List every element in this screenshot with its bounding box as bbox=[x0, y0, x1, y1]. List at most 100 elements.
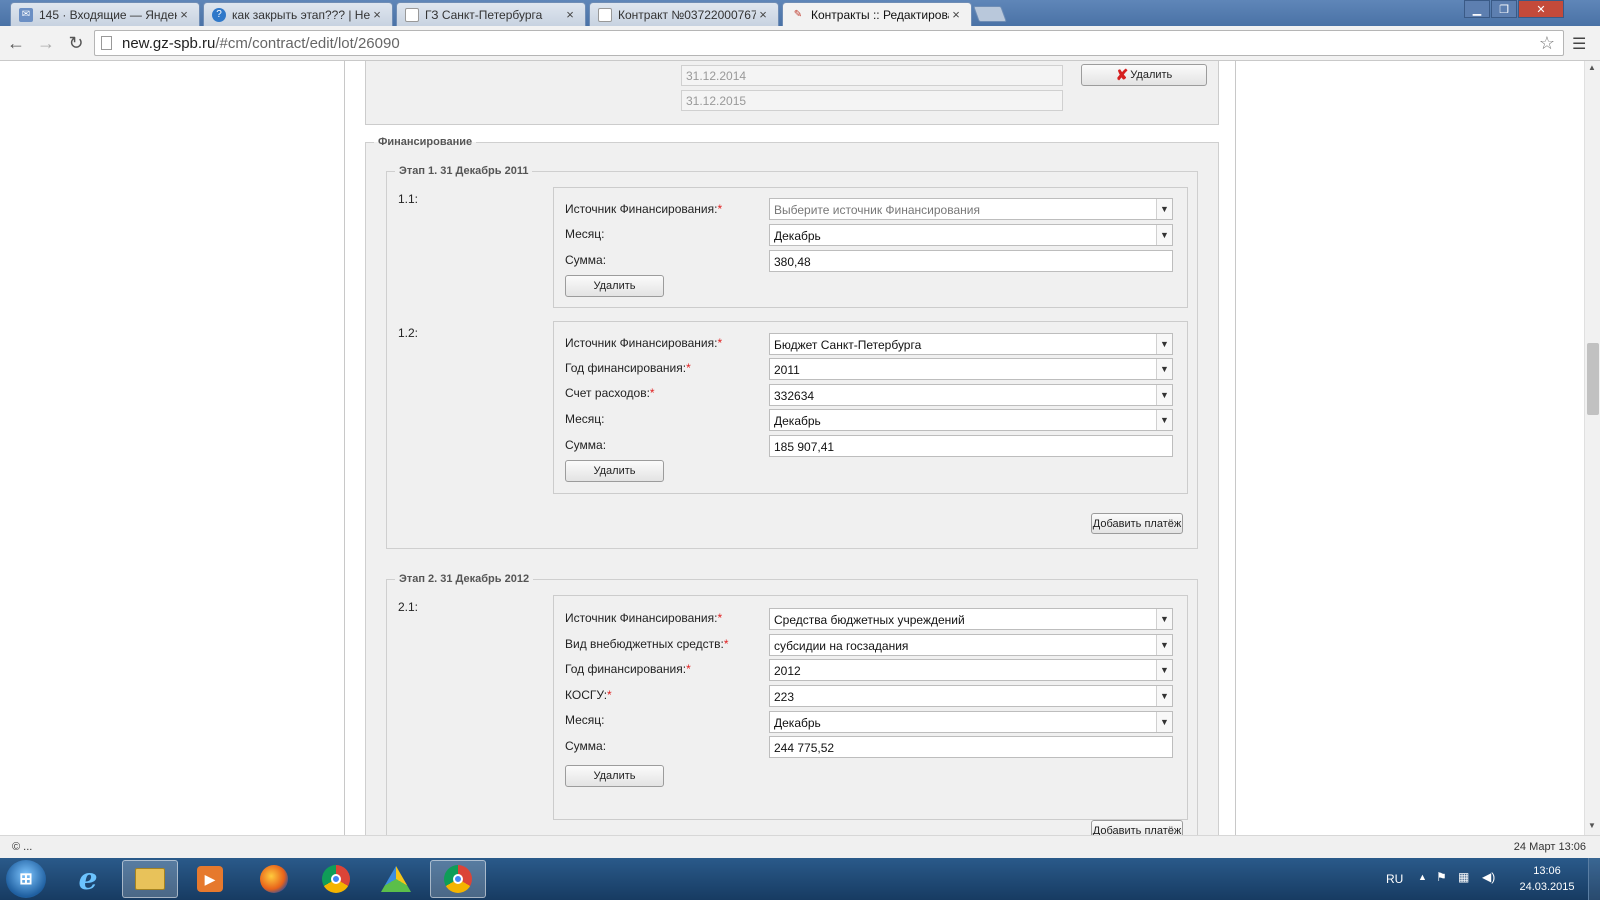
taskbar-clock[interactable]: 13:06 24.03.2015 bbox=[1510, 863, 1584, 895]
browser-toolbar: ← → ↻ new.gz-spb.ru/#cm/contract/edit/lo… bbox=[0, 26, 1600, 61]
media-player-icon[interactable]: ▶ bbox=[182, 860, 238, 898]
ie-icon[interactable]: e bbox=[60, 860, 116, 898]
month-label: Месяц: bbox=[565, 227, 605, 241]
scroll-down-icon[interactable]: ▼ bbox=[1588, 821, 1596, 830]
chrome-icon[interactable] bbox=[430, 860, 486, 898]
back-icon[interactable]: ← bbox=[4, 32, 28, 54]
month-label: Месяц: bbox=[565, 713, 605, 727]
date-field-2015[interactable]: 31.12.2015 bbox=[681, 90, 1063, 111]
kosgu-select[interactable]: 223 ▼ bbox=[769, 685, 1173, 707]
tab-title: 145 · Входящие — Яндек bbox=[39, 7, 177, 22]
clock-date: 24.03.2015 bbox=[1519, 881, 1575, 893]
tools-icon: ✎ bbox=[793, 9, 803, 20]
page-icon bbox=[598, 7, 612, 22]
tab-title: как закрыть этап??? | Неі bbox=[232, 7, 370, 22]
sum-label: Сумма: bbox=[565, 739, 607, 753]
show-hidden-icons[interactable]: ▲ bbox=[1418, 872, 1427, 882]
menu-icon[interactable]: ☰ bbox=[1572, 34, 1590, 53]
tab-title: Контракт №03722000767 bbox=[618, 7, 756, 22]
sum-label: Сумма: bbox=[565, 253, 607, 267]
mail-icon: ✉ bbox=[19, 7, 33, 22]
chevron-down-icon: ▼ bbox=[1156, 712, 1172, 732]
chrome-icon[interactable] bbox=[308, 860, 364, 898]
explorer-icon[interactable] bbox=[122, 860, 178, 898]
delete-x-icon: ✘ bbox=[1115, 67, 1129, 84]
source-label: Источник Финансирования:* bbox=[565, 336, 723, 350]
source-label: Источник Финансирования:* bbox=[565, 611, 723, 625]
year-select[interactable]: 2012 ▼ bbox=[769, 659, 1173, 681]
tab-gz-spb[interactable]: ГЗ Санкт-Петербурга × bbox=[396, 2, 586, 26]
close-icon[interactable]: × bbox=[177, 7, 191, 22]
vertical-scrollbar[interactable]: ▲ ▼ bbox=[1584, 61, 1600, 835]
reload-icon[interactable]: ↻ bbox=[64, 32, 88, 54]
minimize-button[interactable]: ▁ bbox=[1464, 0, 1490, 18]
clock-time: 13:06 bbox=[1533, 865, 1561, 877]
chevron-down-icon: ▼ bbox=[1156, 660, 1172, 680]
month-select[interactable]: Декабрь ▼ bbox=[769, 711, 1173, 733]
year-select[interactable]: 2011 ▼ bbox=[769, 358, 1173, 380]
volume-icon[interactable]: ◀) bbox=[1482, 870, 1495, 884]
page-viewport: 31.12.2014 31.12.2015 ✘ Удалить Финансир… bbox=[0, 61, 1584, 835]
tab-yandex-mail[interactable]: ✉ 145 · Входящие — Яндек × bbox=[10, 2, 200, 26]
offbudget-label: Вид внебюджетных средств:* bbox=[565, 637, 729, 651]
content-column: 31.12.2014 31.12.2015 ✘ Удалить Финансир… bbox=[344, 61, 1236, 835]
status-right: 24 Март 13:06 bbox=[1513, 841, 1586, 853]
sum-input[interactable]: 380,48 bbox=[769, 250, 1173, 272]
bookmark-star-icon[interactable]: ☆ bbox=[1539, 33, 1555, 54]
month-label: Месяц: bbox=[565, 412, 605, 426]
chevron-down-icon: ▼ bbox=[1156, 609, 1172, 629]
forward-icon[interactable]: → bbox=[34, 32, 58, 54]
chevron-down-icon: ▼ bbox=[1156, 334, 1172, 354]
windows-taskbar: ⊞ e ▶ RU ▲ ⚑ ▦ ◀) 13:06 24.03.2015 bbox=[0, 858, 1600, 900]
delete-label: Удалить bbox=[1130, 69, 1173, 81]
tab-title: ГЗ Санкт-Петербурга bbox=[425, 7, 543, 22]
payment-number: 1.1: bbox=[398, 192, 419, 206]
chevron-down-icon: ▼ bbox=[1156, 410, 1172, 430]
stage2-legend: Этап 2. 31 Декабрь 2012 bbox=[399, 573, 530, 585]
tab-contracts-edit[interactable]: ✎ Контракты :: Редактирова × bbox=[782, 2, 972, 26]
tab-contract[interactable]: Контракт №03722000767 × bbox=[589, 2, 779, 26]
add-payment-button[interactable]: Добавить платёж bbox=[1091, 820, 1183, 835]
date-field-2014[interactable]: 31.12.2014 bbox=[681, 65, 1063, 86]
delete-payment-button[interactable]: Удалить bbox=[565, 460, 664, 482]
tab-forum-question[interactable]: ? как закрыть этап??? | Неі × bbox=[203, 2, 393, 26]
delete-payment-button[interactable]: Удалить bbox=[565, 765, 664, 787]
status-bar: © ... 24 Март 13:06 bbox=[0, 835, 1600, 858]
firefox-icon[interactable] bbox=[246, 860, 302, 898]
source-select[interactable]: Средства бюджетных учреждений ▼ bbox=[769, 608, 1173, 630]
close-icon[interactable]: × bbox=[756, 7, 770, 22]
chevron-down-icon: ▼ bbox=[1156, 225, 1172, 245]
maximize-button[interactable]: ❐ bbox=[1491, 0, 1517, 18]
month-select[interactable]: Декабрь ▼ bbox=[769, 224, 1173, 246]
close-icon[interactable]: × bbox=[563, 7, 577, 22]
new-tab-button[interactable] bbox=[973, 6, 1007, 22]
sum-input[interactable]: 244 775,52 bbox=[769, 736, 1173, 758]
delete-date-button[interactable]: ✘ Удалить bbox=[1081, 64, 1207, 86]
chevron-down-icon: ▼ bbox=[1156, 635, 1172, 655]
add-payment-button[interactable]: Добавить платёж bbox=[1091, 513, 1183, 534]
delete-payment-button[interactable]: Удалить bbox=[565, 275, 664, 297]
offbudget-select[interactable]: субсидии на госзадания ▼ bbox=[769, 634, 1173, 656]
payment-number: 1.2: bbox=[398, 326, 419, 340]
close-icon[interactable]: × bbox=[949, 7, 963, 22]
yandex-disk-icon[interactable] bbox=[368, 860, 424, 898]
show-desktop-button[interactable] bbox=[1588, 858, 1600, 900]
source-select[interactable]: Выберите источник Финансирования ▼ bbox=[769, 198, 1173, 220]
scroll-up-icon[interactable]: ▲ bbox=[1588, 63, 1596, 72]
month-select[interactable]: Декабрь ▼ bbox=[769, 409, 1173, 431]
close-icon[interactable]: × bbox=[370, 7, 384, 22]
chevron-down-icon: ▼ bbox=[1156, 686, 1172, 706]
sum-input[interactable]: 185 907,41 bbox=[769, 435, 1173, 457]
action-center-icon[interactable]: ⚑ bbox=[1436, 870, 1447, 884]
windows-start-icon[interactable]: ⊞ bbox=[6, 860, 46, 898]
source-select[interactable]: Бюджет Санкт-Петербурга ▼ bbox=[769, 333, 1173, 355]
close-window-button[interactable]: ✕ bbox=[1518, 0, 1564, 18]
account-select[interactable]: 332634 ▼ bbox=[769, 384, 1173, 406]
stage1-legend: Этап 1. 31 Декабрь 2011 bbox=[399, 165, 529, 177]
language-indicator[interactable]: RU bbox=[1386, 872, 1403, 886]
scrollbar-thumb[interactable] bbox=[1587, 343, 1599, 415]
network-icon[interactable]: ▦ bbox=[1458, 870, 1469, 884]
payment-number: 2.1: bbox=[398, 600, 419, 614]
url-host: new.gz-spb.ru bbox=[122, 34, 216, 52]
address-bar[interactable]: new.gz-spb.ru/#cm/contract/edit/lot/2609… bbox=[94, 30, 1564, 56]
